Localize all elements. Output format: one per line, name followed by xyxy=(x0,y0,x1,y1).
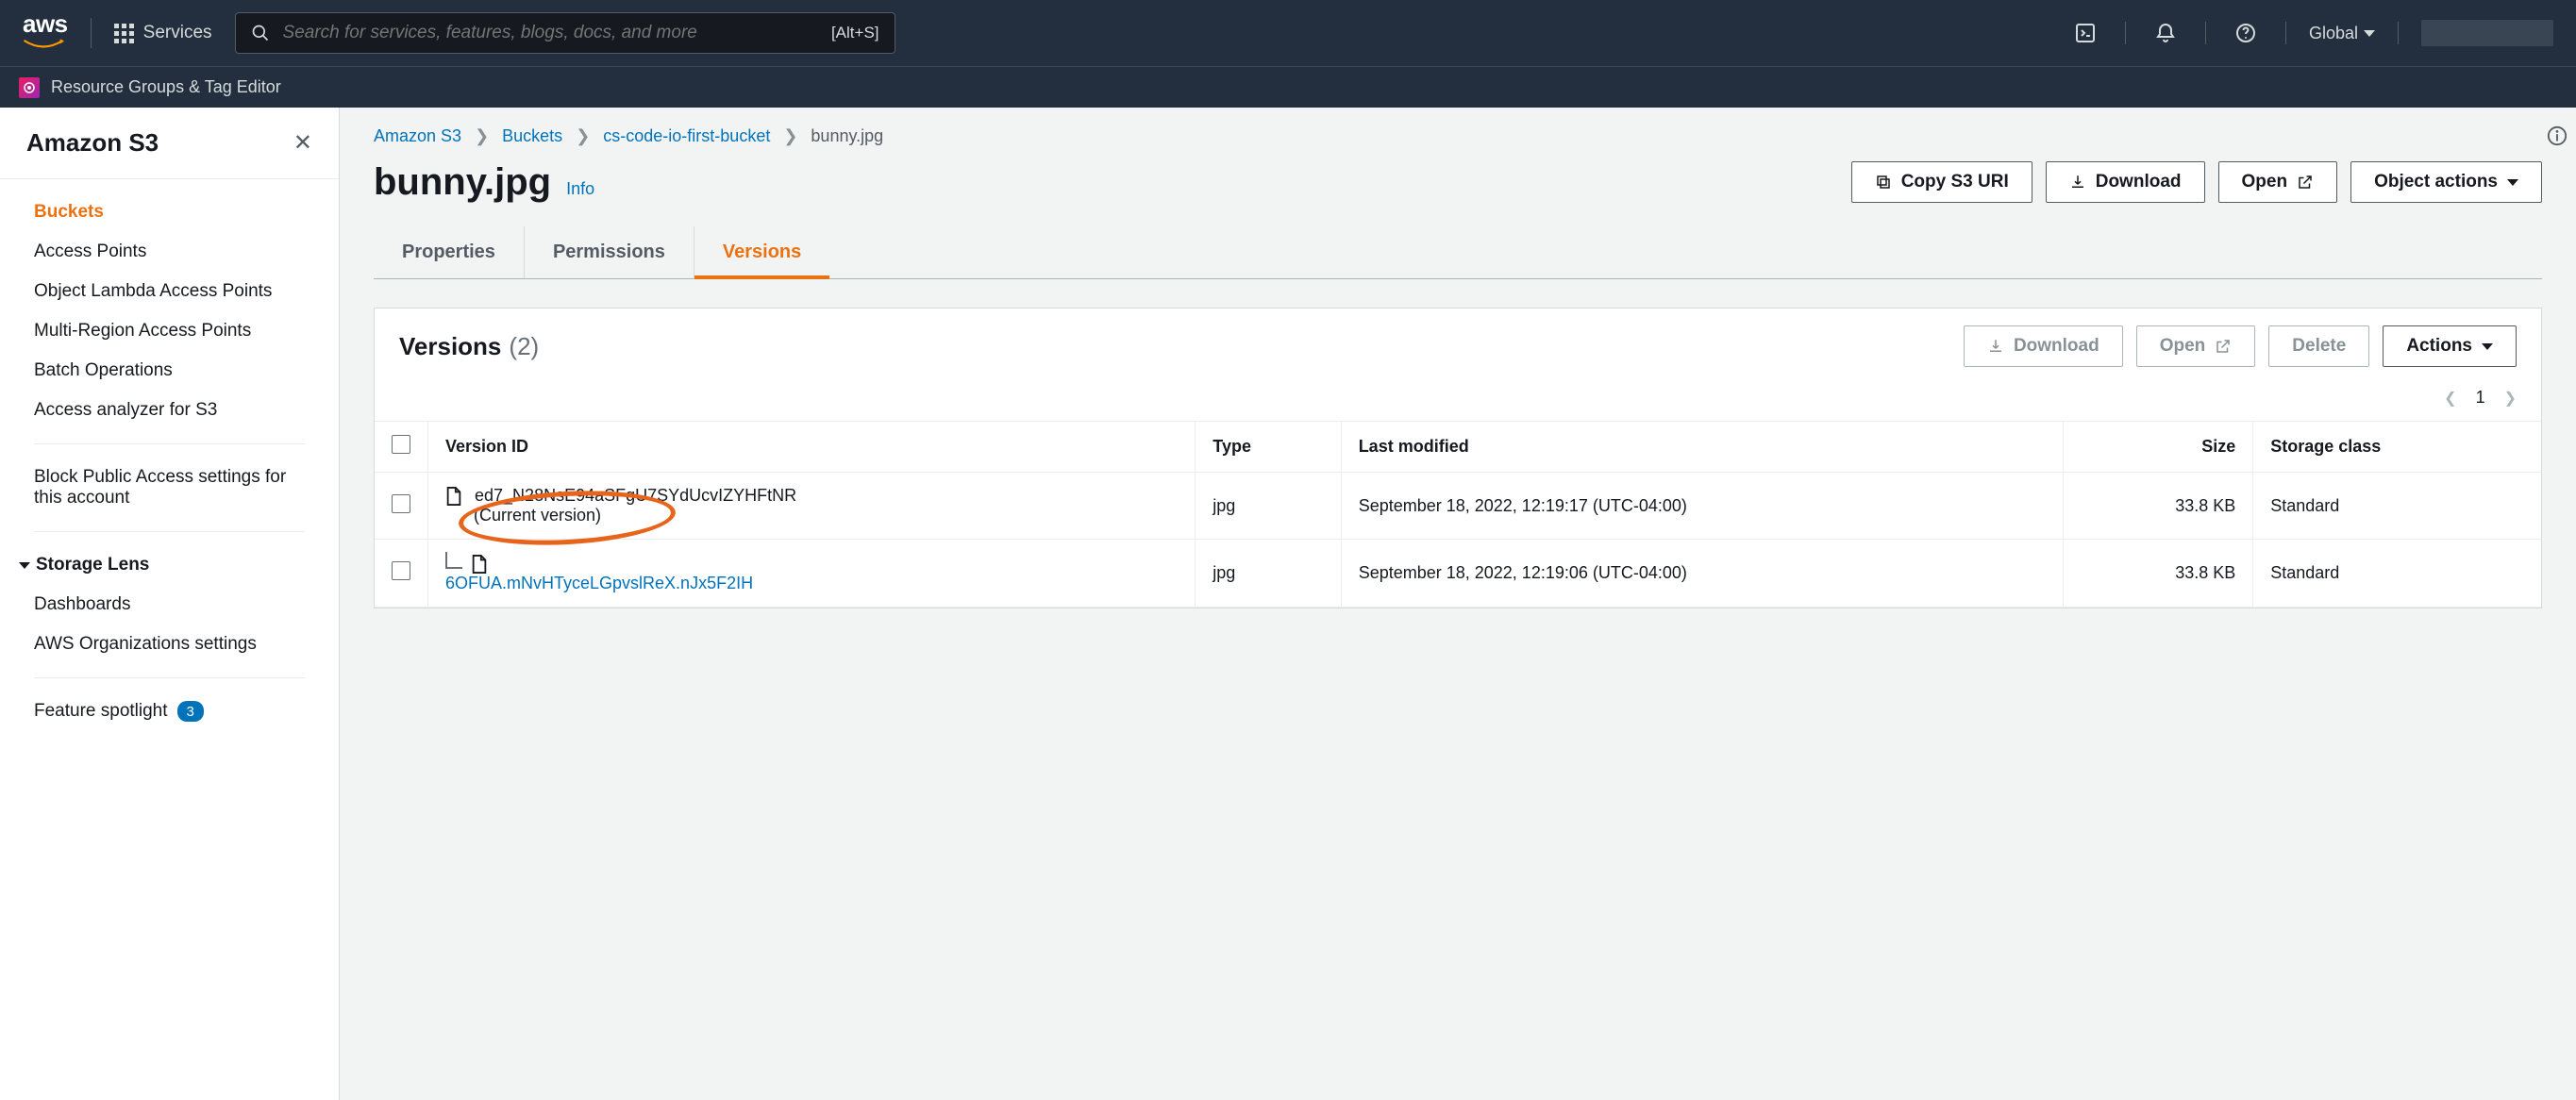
select-all-checkbox[interactable] xyxy=(392,435,410,454)
download-icon xyxy=(2069,174,2086,191)
object-actions-button[interactable]: Object actions xyxy=(2350,161,2542,203)
panel-open-button[interactable]: Open xyxy=(2136,325,2256,367)
sidebar: Amazon S3 ✕ Buckets Access Points Object… xyxy=(0,108,340,1100)
search-shortcut: [Alt+S] xyxy=(831,24,879,42)
info-link[interactable]: Info xyxy=(566,179,594,199)
caret-down-icon xyxy=(2507,179,2518,186)
breadcrumb-s3[interactable]: Amazon S3 xyxy=(374,126,461,146)
version-id-link[interactable]: 6OFUA.mNvHTyceLGpvslReX.nJx5F2IH xyxy=(445,574,753,592)
breadcrumb: Amazon S3 ❯ Buckets ❯ cs-code-io-first-b… xyxy=(374,108,2542,156)
services-menu[interactable]: Services xyxy=(114,23,212,43)
cell-type: jpg xyxy=(1196,473,1341,540)
page-number: 1 xyxy=(2476,388,2485,408)
breadcrumb-bucket[interactable]: cs-code-io-first-bucket xyxy=(603,126,770,146)
col-version-id[interactable]: Version ID xyxy=(428,422,1196,473)
chevron-right-icon: ❯ xyxy=(783,126,797,146)
resource-groups-icon xyxy=(19,77,40,98)
sidebar-item-org-settings[interactable]: AWS Organizations settings xyxy=(0,625,339,664)
current-version-label: (Current version) xyxy=(474,506,601,525)
sidebar-item-buckets[interactable]: Buckets xyxy=(0,192,339,232)
cell-size: 33.8 KB xyxy=(2064,540,2253,607)
close-sidebar-icon[interactable]: ✕ xyxy=(293,129,312,157)
grid-icon xyxy=(114,24,134,43)
versions-table: Version ID Type Last modified Size Stora… xyxy=(375,421,2541,608)
col-storage-class[interactable]: Storage class xyxy=(2253,422,2541,473)
breadcrumb-current: bunny.jpg xyxy=(811,126,883,146)
tabs: Properties Permissions Versions xyxy=(374,226,2542,279)
col-size[interactable]: Size xyxy=(2064,422,2253,473)
next-page-icon[interactable]: ❯ xyxy=(2504,389,2517,408)
sidebar-item-multi-region[interactable]: Multi-Region Access Points xyxy=(0,311,339,351)
info-panel-toggle[interactable] xyxy=(2538,117,2576,155)
panel-actions-button[interactable]: Actions xyxy=(2383,325,2517,367)
chevron-right-icon: ❯ xyxy=(475,126,489,146)
download-icon xyxy=(1987,338,2004,355)
cell-storage: Standard xyxy=(2253,473,2541,540)
open-button[interactable]: Open xyxy=(2218,161,2338,203)
sidebar-item-access-analyzer[interactable]: Access analyzer for S3 xyxy=(0,391,339,430)
external-link-icon xyxy=(2215,338,2232,355)
download-button[interactable]: Download xyxy=(2046,161,2205,203)
cell-size: 33.8 KB xyxy=(2064,473,2253,540)
caret-down-icon xyxy=(19,562,30,569)
tab-properties[interactable]: Properties xyxy=(374,226,524,278)
sub-nav: Resource Groups & Tag Editor xyxy=(0,66,2576,108)
page-title: bunny.jpg xyxy=(374,161,551,204)
external-link-icon xyxy=(2297,174,2314,191)
aws-logo[interactable]: aws xyxy=(23,9,68,57)
search-bar[interactable]: [Alt+S] xyxy=(235,12,895,54)
search-input[interactable] xyxy=(283,23,818,43)
main-content: Amazon S3 ❯ Buckets ❯ cs-code-io-first-b… xyxy=(340,108,2576,1100)
account-menu[interactable] xyxy=(2421,20,2553,46)
sidebar-item-access-points[interactable]: Access Points xyxy=(0,232,339,272)
sidebar-feature-spotlight[interactable]: Feature spotlight 3 xyxy=(0,692,339,731)
prev-page-icon[interactable]: ❮ xyxy=(2444,389,2456,408)
col-last-modified[interactable]: Last modified xyxy=(1341,422,2064,473)
search-icon xyxy=(251,24,270,42)
sidebar-title: Amazon S3 xyxy=(26,128,159,158)
breadcrumb-buckets[interactable]: Buckets xyxy=(502,126,562,146)
sidebar-storage-lens[interactable]: Storage Lens xyxy=(0,545,339,585)
cell-type: jpg xyxy=(1196,540,1341,607)
table-row: 6OFUA.mNvHTyceLGpvslReX.nJx5F2IH jpg Sep… xyxy=(375,540,2541,607)
caret-down-icon xyxy=(2364,30,2375,37)
cell-modified: September 18, 2022, 12:19:17 (UTC-04:00) xyxy=(1341,473,2064,540)
row-checkbox[interactable] xyxy=(392,494,410,513)
notifications-icon[interactable] xyxy=(2149,22,2183,44)
col-type[interactable]: Type xyxy=(1196,422,1341,473)
copy-icon xyxy=(1875,174,1892,191)
region-selector[interactable]: Global xyxy=(2309,24,2375,43)
versions-count: (2) xyxy=(509,332,539,361)
cell-modified: September 18, 2022, 12:19:06 (UTC-04:00) xyxy=(1341,540,2064,607)
resource-groups-link[interactable]: Resource Groups & Tag Editor xyxy=(51,77,281,97)
copy-s3-uri-button[interactable]: Copy S3 URI xyxy=(1851,161,2032,203)
cloudshell-icon[interactable] xyxy=(2068,22,2102,44)
tree-elbow-icon xyxy=(445,552,462,569)
versions-panel: Versions (2) Download Open Delete xyxy=(374,308,2542,608)
panel-delete-button[interactable]: Delete xyxy=(2268,325,2369,367)
file-icon xyxy=(471,555,488,574)
help-icon[interactable] xyxy=(2229,22,2263,44)
caret-down-icon xyxy=(2482,343,2493,350)
row-checkbox[interactable] xyxy=(392,561,410,580)
table-row: ed7_N28NsE94aSFgU7SYdUcvIZYHFtNR (Curren… xyxy=(375,473,2541,540)
tab-permissions[interactable]: Permissions xyxy=(524,226,694,278)
feature-badge: 3 xyxy=(177,701,204,722)
sidebar-item-block-public[interactable]: Block Public Access settings for this ac… xyxy=(0,458,339,518)
sidebar-item-batch-ops[interactable]: Batch Operations xyxy=(0,351,339,391)
panel-title: Versions xyxy=(399,332,501,361)
top-nav: aws Services [Alt+S] Global xyxy=(0,0,2576,66)
cell-storage: Standard xyxy=(2253,540,2541,607)
tab-versions[interactable]: Versions xyxy=(694,226,829,278)
sidebar-item-object-lambda[interactable]: Object Lambda Access Points xyxy=(0,272,339,311)
file-icon xyxy=(445,487,462,506)
version-id: ed7_N28NsE94aSFgU7SYdUcvIZYHFtNR xyxy=(475,486,796,505)
pagination: ❮ 1 ❯ xyxy=(375,384,2541,421)
aws-smile-icon xyxy=(23,39,64,52)
sidebar-item-dashboards[interactable]: Dashboards xyxy=(0,585,339,625)
panel-download-button[interactable]: Download xyxy=(1964,325,2123,367)
chevron-right-icon: ❯ xyxy=(576,126,590,146)
